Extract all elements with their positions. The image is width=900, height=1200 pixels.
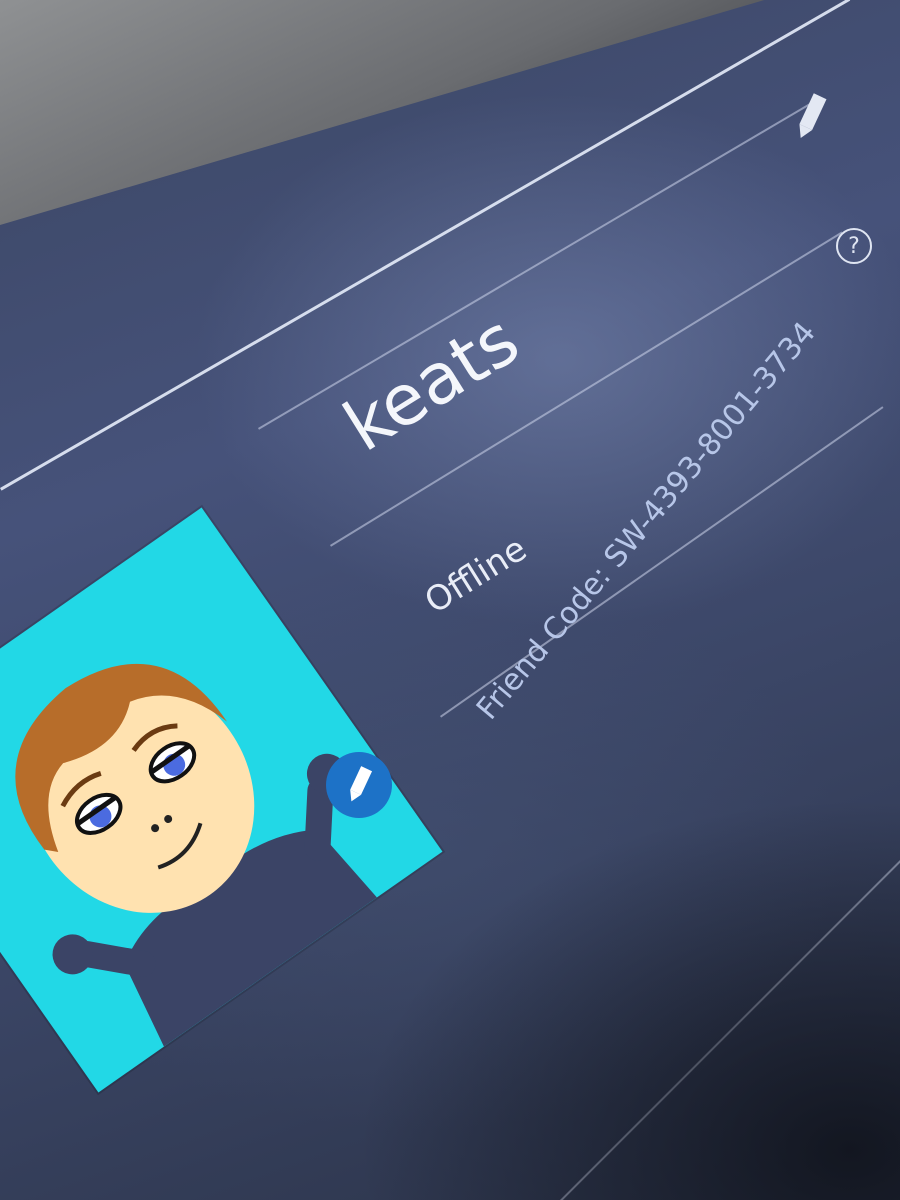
question-mark-icon: ?	[848, 233, 860, 259]
divider-line	[560, 775, 900, 1200]
edit-profile-button[interactable]	[790, 88, 830, 148]
edit-avatar-button[interactable]	[326, 752, 392, 818]
help-button[interactable]: ?	[836, 228, 872, 264]
divider-line	[258, 98, 820, 430]
friend-code: Friend Code: SW-4393-8001-3734	[470, 315, 823, 727]
pencil-icon	[799, 93, 827, 138]
online-status: Offline	[418, 528, 534, 622]
username: keats	[330, 298, 533, 468]
pencil-icon	[350, 766, 373, 802]
